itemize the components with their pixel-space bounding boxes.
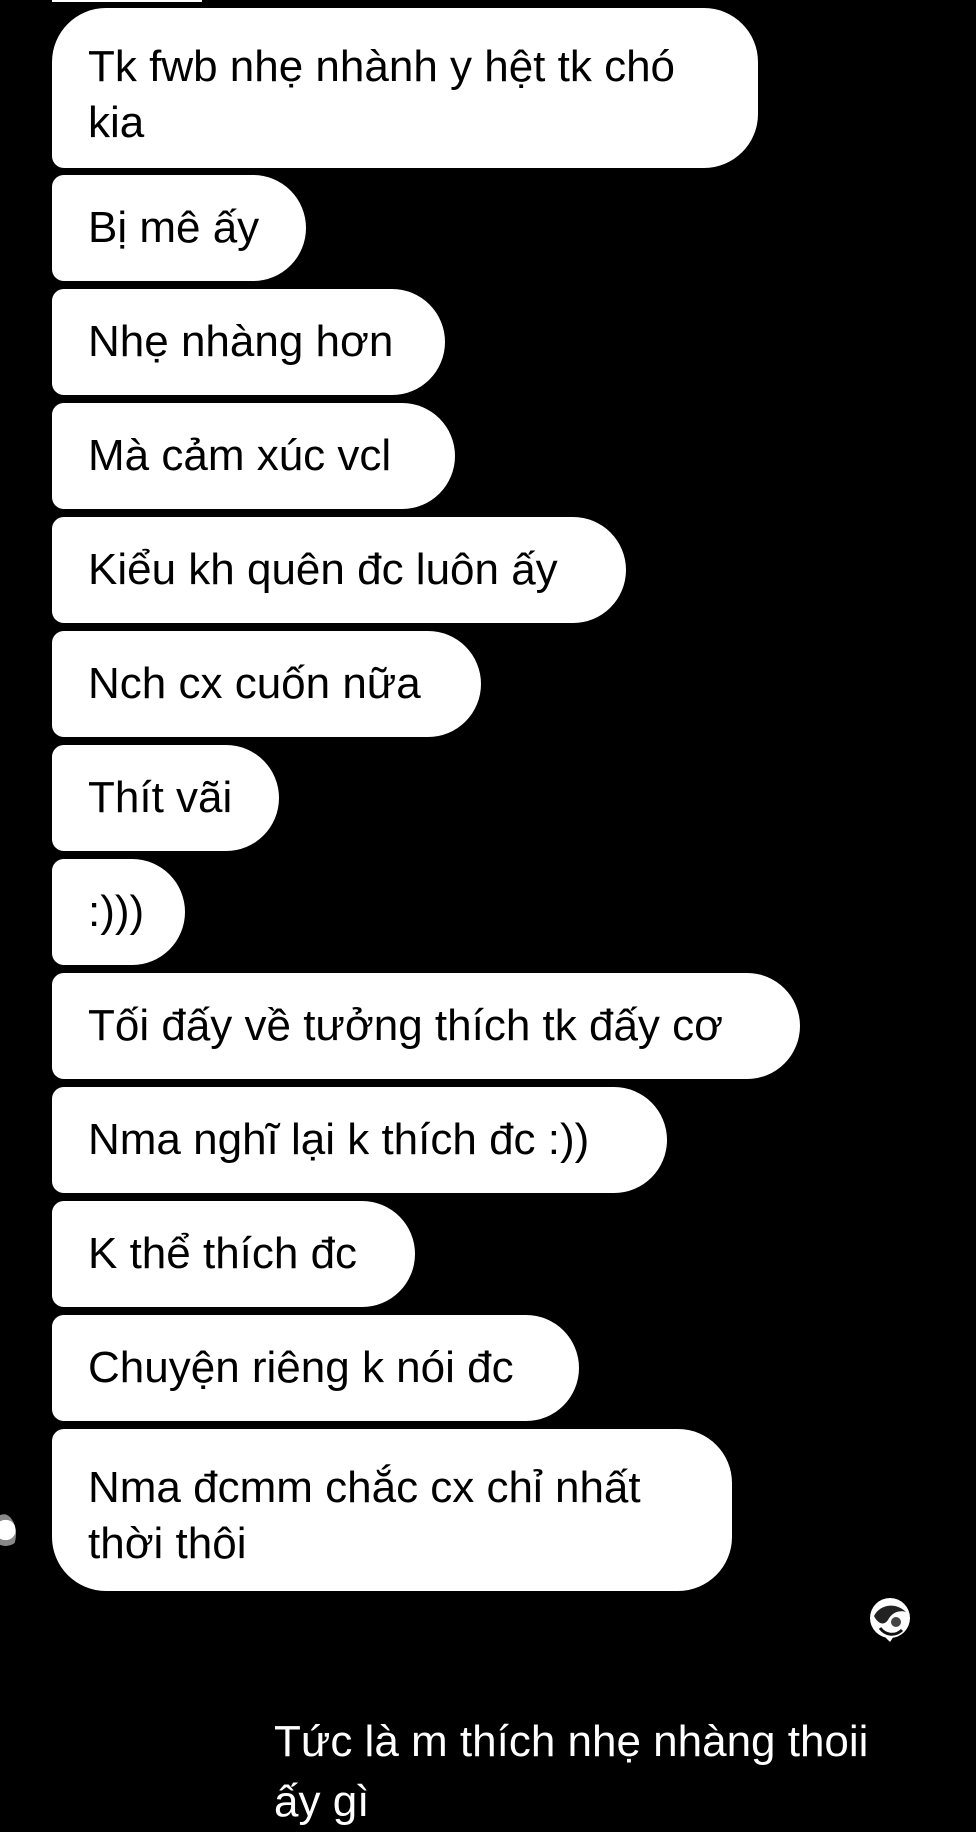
incoming-message-bubble[interactable]: Thít vãi: [52, 745, 279, 851]
incoming-message-bubble[interactable]: Chuyện riêng k nói đc: [52, 1315, 579, 1421]
incoming-message-bubble[interactable]: Nhẹ nhàng hơn: [52, 289, 445, 395]
incoming-message-bubble[interactable]: K thể thích đc: [52, 1201, 415, 1307]
incoming-message-bubble[interactable]: Bị mê ấy: [52, 175, 306, 281]
incoming-message-bubble[interactable]: Nma đcmm chắc cx chỉ nhất thời thôi: [52, 1429, 732, 1591]
incoming-message-bubble[interactable]: Tk fwb nhẹ nhành y hệt tk chó kia: [52, 8, 758, 168]
incoming-message-bubble[interactable]: Nma nghĩ lại k thích đc :)): [52, 1087, 667, 1193]
incoming-message-bubble[interactable]: Kiểu kh quên đc luôn ấy: [52, 517, 626, 623]
avatar-icon[interactable]: [0, 1514, 16, 1554]
outgoing-message-text[interactable]: Tức là m thích nhẹ nhàng thoii ấy gì: [274, 1712, 954, 1832]
incoming-message-bubble[interactable]: :))): [52, 859, 185, 965]
seen-avatar-icon: [870, 1598, 910, 1642]
incoming-message-bubble[interactable]: Nch cx cuốn nữa: [52, 631, 481, 737]
chat-thread: Tk fwb nhẹ nhành y hệt tk chó kia Bị mê …: [0, 0, 976, 1826]
previous-bubble-edge: [52, 0, 202, 2]
incoming-message-bubble[interactable]: Tối đấy về tưởng thích tk đấy cơ: [52, 973, 800, 1079]
incoming-message-bubble[interactable]: Mà cảm xúc vcl: [52, 403, 455, 509]
